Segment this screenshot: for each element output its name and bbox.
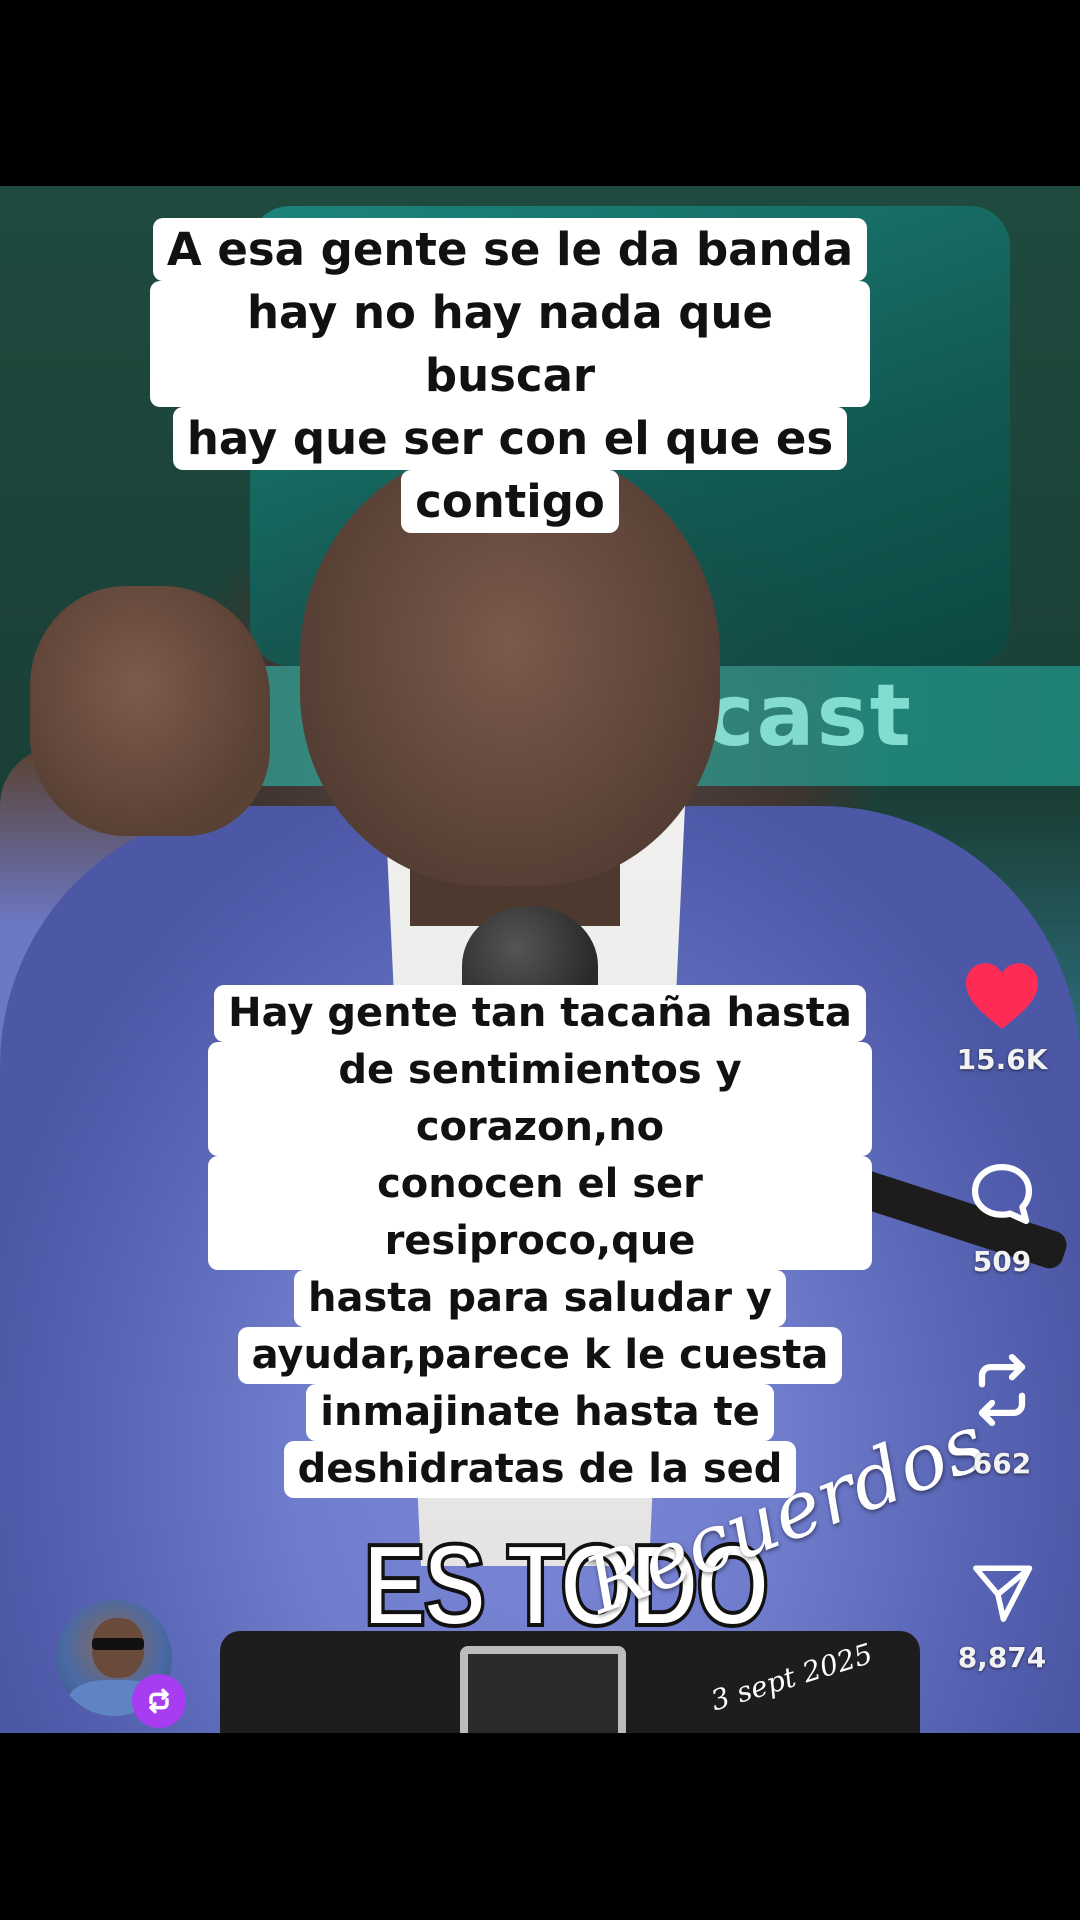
caption-line: hay que ser con el que es [172, 407, 848, 470]
avatar-glasses [92, 1638, 144, 1650]
caption-line: inmajinate hasta te [306, 1384, 774, 1441]
repost-icon [978, 1354, 1026, 1426]
caption-line: A esa gente se le da banda [152, 218, 868, 281]
caption-line: de sentimientos y corazon,no [208, 1042, 872, 1156]
caption-line: hasta para saludar y [294, 1270, 786, 1327]
comment-icon [971, 1163, 1033, 1225]
repost-badge-icon [149, 1688, 169, 1714]
caption-line: conocen el ser resiproco,que [208, 1156, 872, 1270]
like-button[interactable]: 15.6K [942, 960, 1062, 1078]
heart-icon [966, 963, 1038, 1029]
share-button[interactable]: 8,874 [942, 1560, 1062, 1676]
comment-count: 509 [972, 1245, 1032, 1278]
belt-buckle [460, 1646, 626, 1733]
share-count: 8,874 [957, 1641, 1047, 1674]
caption-line: Hay gente tan tacaña hasta [214, 985, 866, 1042]
creator-avatar-button[interactable] [56, 1600, 186, 1728]
caption-line: contigo [401, 470, 619, 533]
repost-count: 662 [972, 1447, 1032, 1480]
comment-button[interactable]: 509 [942, 1160, 1062, 1280]
caption-bottom: Hay gente tan tacaña hasta de sentimient… [208, 985, 872, 1498]
caption-line: ayudar,parece k le cuesta [237, 1327, 843, 1384]
caption-top: A esa gente se le da banda hay no hay na… [150, 218, 870, 533]
repost-badge [132, 1674, 186, 1728]
repost-button[interactable]: 662 [942, 1350, 1062, 1482]
share-icon [973, 1565, 1033, 1622]
like-count: 15.6K [956, 1043, 1048, 1076]
caption-line: hay no hay nada que buscar [150, 281, 870, 407]
raised-fist [30, 586, 270, 836]
screen: dcast A esa gente se le da banda hay no … [0, 0, 1080, 1920]
